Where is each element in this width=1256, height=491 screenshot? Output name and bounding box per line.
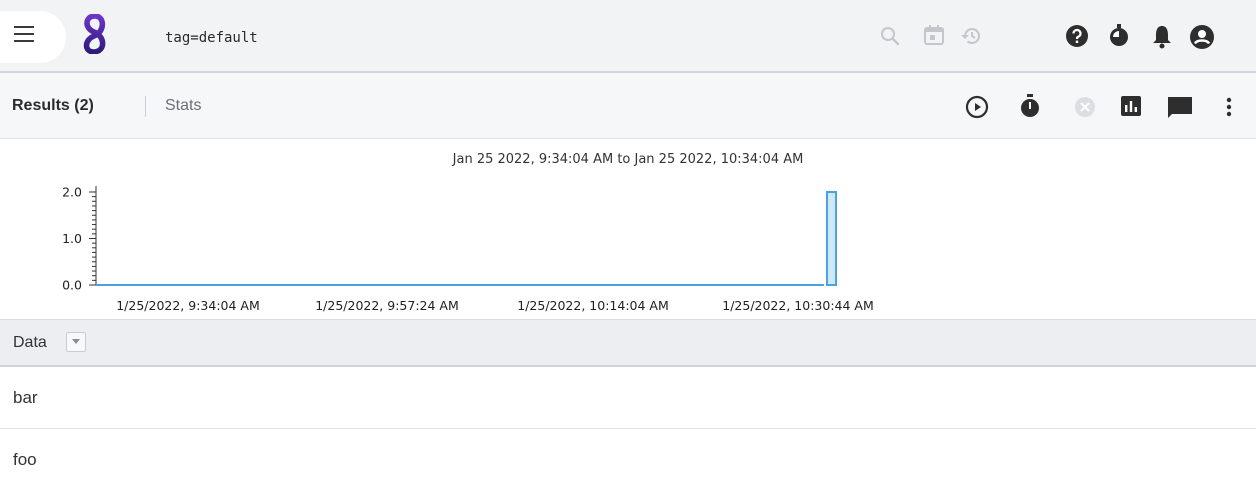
y-tick-label: 0.0 bbox=[62, 278, 82, 293]
chart-plot: 2.0 1.0 0.0 1/25/2022, 9:34:04 AM 1/25/2022,… bbox=[62, 185, 874, 314]
x-tick-label: 1/25/2022, 10:30:44 AM bbox=[722, 298, 874, 313]
calendar-icon[interactable] bbox=[923, 24, 945, 46]
query-input[interactable]: tag=default bbox=[165, 30, 258, 46]
more-vert-icon[interactable] bbox=[1224, 95, 1234, 119]
x-tick-label: 1/25/2022, 9:34:04 AM bbox=[116, 298, 260, 313]
data-column-header: Data bbox=[0, 319, 1256, 367]
help-icon[interactable] bbox=[1065, 24, 1089, 48]
x-tick-label: 1/25/2022, 10:14:04 AM bbox=[517, 298, 669, 313]
tab-stats[interactable]: Stats bbox=[165, 97, 201, 115]
chevron-down-icon bbox=[72, 339, 80, 344]
search-bar: tag=default bbox=[0, 0, 1256, 73]
table-row[interactable]: bar bbox=[0, 367, 1256, 429]
account-icon[interactable] bbox=[1189, 24, 1215, 50]
menu-button[interactable] bbox=[0, 11, 66, 63]
table-cell: foo bbox=[13, 450, 37, 469]
bell-icon[interactable] bbox=[1151, 23, 1173, 49]
column-dropdown-button[interactable] bbox=[66, 332, 86, 352]
hamburger-menu-icon bbox=[14, 26, 34, 42]
cancel-icon[interactable] bbox=[1073, 95, 1097, 119]
timer-icon[interactable] bbox=[1107, 22, 1131, 48]
column-label-data: Data bbox=[13, 334, 47, 351]
search-icon[interactable] bbox=[879, 25, 901, 47]
table-cell: bar bbox=[13, 388, 38, 407]
gravwell-logo[interactable] bbox=[81, 14, 109, 54]
chart-icon[interactable] bbox=[1120, 95, 1142, 117]
results-toolbar: Results (2) Stats bbox=[0, 73, 1256, 139]
histogram-chart: Jan 25 2022, 9:34:04 AM to Jan 25 2022, … bbox=[0, 139, 1256, 319]
stopwatch-icon[interactable] bbox=[1019, 93, 1041, 119]
play-icon[interactable] bbox=[965, 95, 989, 119]
comment-icon[interactable] bbox=[1167, 95, 1193, 119]
table-row[interactable]: foo bbox=[0, 429, 1256, 491]
tab-divider bbox=[145, 96, 146, 117]
tab-results[interactable]: Results (2) bbox=[12, 97, 94, 115]
y-tick-label: 1.0 bbox=[62, 231, 82, 246]
history-icon[interactable] bbox=[959, 24, 983, 48]
x-tick-label: 1/25/2022, 9:57:24 AM bbox=[315, 298, 459, 313]
y-tick-label: 2.0 bbox=[62, 185, 82, 200]
histogram-bar bbox=[826, 191, 837, 286]
